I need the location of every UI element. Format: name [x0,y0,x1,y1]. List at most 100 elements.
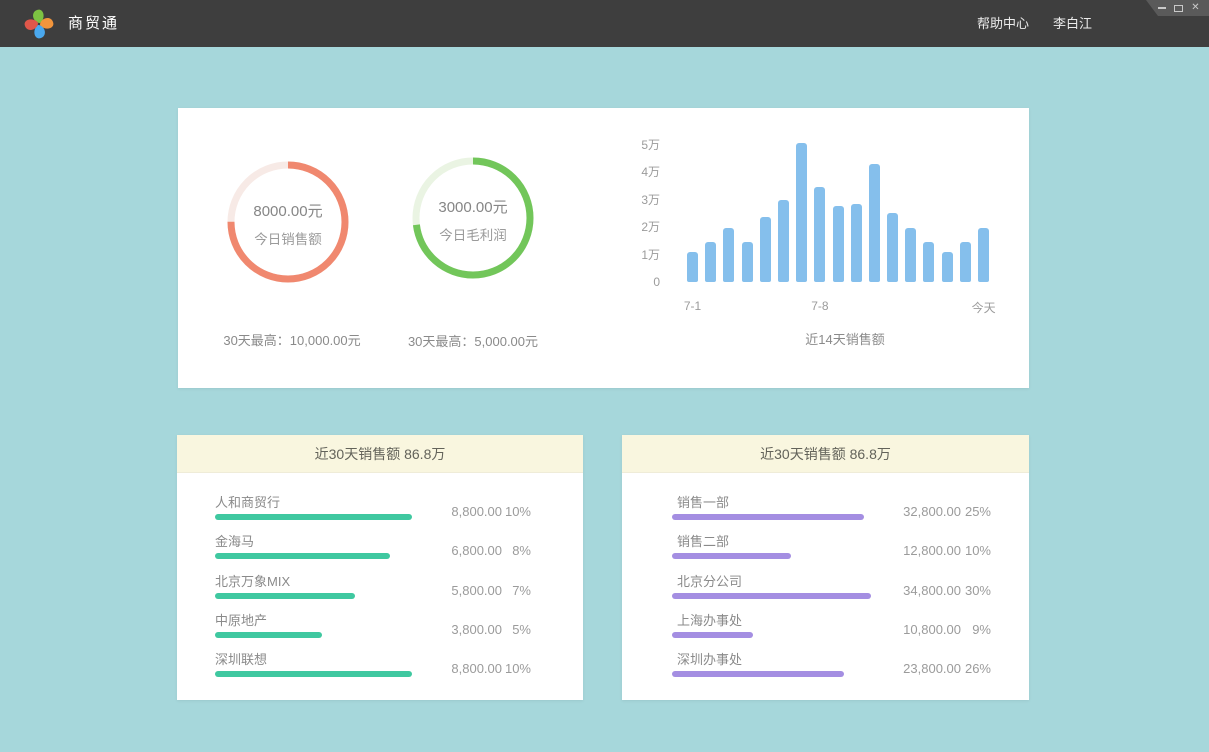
customer-percent: 10% [493,504,531,519]
chart-bar [833,206,844,282]
chart-bar [705,242,716,282]
chart-bar [723,228,734,282]
department-progress-bar [672,671,844,677]
department-percent: 26% [953,661,991,676]
customer-progress-bar [215,553,390,559]
x-label-7-8: 7-8 [811,299,828,313]
customers-card-title: 近30天销售额 86.8万 [177,435,583,473]
chart-bar [687,252,698,282]
chart-bar [814,187,825,282]
department-row: 上海办事处 10,800.00 9% [622,607,1029,646]
chart-bar [778,200,789,283]
x-label-today: 今天 [972,299,996,316]
maximize-button[interactable] [1170,0,1187,16]
sales-30d-max: 30天最高：10,000.00元 [192,330,392,349]
chart-bar [960,242,971,282]
department-row: 销售二部 12,800.00 10% [622,528,1029,567]
department-progress-bar [672,514,864,520]
customer-progress-bar [215,593,355,599]
customer-progress-bar [215,632,322,638]
today-profit-text: 3000.00元 今日毛利润 [393,198,553,245]
departments-list: 销售一部 32,800.00 25% 销售二部 12,800.00 10% 北京… [622,473,1029,685]
customer-row: 金海马 6,800.00 8% [177,528,583,567]
department-amount: 32,800.00 [861,504,961,519]
department-progress-bar [672,632,753,638]
customers-list: 人和商贸行 8,800.00 10% 金海马 6,800.00 8% 北京万象M… [177,473,583,685]
department-percent: 9% [953,622,991,637]
customer-amount: 8,800.00 [402,661,502,676]
department-percent: 10% [953,543,991,558]
customer-name: 深圳联想 [215,649,267,668]
today-sales-text: 8000.00元 今日销售额 [208,202,368,249]
chart-bar [796,143,807,282]
app-window: 商贸通 帮助中心 李白江 ✕ 8000.00元 今日销售额 30天最高：10,0… [0,0,1209,752]
department-name: 上海办事处 [677,610,742,629]
department-row: 销售一部 32,800.00 25% [622,489,1029,528]
customer-name: 金海马 [215,531,254,550]
x-label-7-1: 7-1 [684,299,701,313]
customer-name: 北京万象MIX [215,571,290,590]
customer-progress-bar [215,514,412,520]
today-profit-value: 3000.00元 [393,198,553,218]
department-amount: 23,800.00 [861,661,961,676]
department-amount: 34,800.00 [861,583,961,598]
customer-amount: 5,800.00 [402,583,502,598]
department-amount: 10,800.00 [861,622,961,637]
customer-percent: 5% [493,622,531,637]
close-button[interactable]: ✕ [1187,0,1204,16]
today-sales-label: 今日销售额 [208,231,368,249]
chart-y-axis: 5万 4万 3万 2万 1万 0 [615,139,660,288]
customer-amount: 3,800.00 [402,622,502,637]
chart-title: 近14天销售额 [745,329,945,348]
chart-bar [942,252,953,282]
customer-row: 深圳联想 8,800.00 10% [177,646,583,685]
department-name: 销售二部 [677,531,729,550]
department-percent: 30% [953,583,991,598]
customer-progress-bar [215,671,412,677]
department-percent: 25% [953,504,991,519]
department-name: 深圳办事处 [677,649,742,668]
y-tick-label: 1万 [615,249,660,261]
y-tick-label: 4万 [615,166,660,178]
customer-name: 中原地产 [215,610,267,629]
chart-bar [978,228,989,282]
user-menu[interactable]: 李白江 [1053,0,1092,47]
window-controls: ✕ [1146,0,1209,16]
help-center-link[interactable]: 帮助中心 [977,0,1029,47]
minimize-button[interactable] [1153,0,1170,16]
chart-bar [851,204,862,282]
customer-amount: 6,800.00 [402,543,502,558]
pinwheel-logo-icon [22,7,56,41]
department-name: 销售一部 [677,492,729,511]
y-tick-label: 5万 [615,139,660,151]
chart-bar [742,242,753,282]
customer-row: 人和商贸行 8,800.00 10% [177,489,583,528]
today-profit-label: 今日毛利润 [393,227,553,245]
today-sales-value: 8000.00元 [208,202,368,222]
overview-card: 8000.00元 今日销售额 30天最高：10,000.00元 3000.00元… [178,108,1029,388]
y-tick-label: 2万 [615,221,660,233]
sales-bar-chart [687,131,989,282]
department-row: 深圳办事处 23,800.00 26% [622,646,1029,685]
maximize-icon [1174,5,1183,12]
minimize-icon [1158,7,1166,9]
customer-amount: 8,800.00 [402,504,502,519]
customer-row: 中原地产 3,800.00 5% [177,607,583,646]
departments-card-title: 近30天销售额 86.8万 [622,435,1029,473]
department-row: 北京分公司 34,800.00 30% [622,568,1029,607]
y-tick-label: 0 [615,276,660,288]
customer-percent: 7% [493,583,531,598]
profit-30d-max: 30天最高：5,000.00元 [373,331,573,350]
customers-sales-card: 近30天销售额 86.8万 人和商贸行 8,800.00 10% 金海马 6,8… [177,435,583,700]
departments-sales-card: 近30天销售额 86.8万 销售一部 32,800.00 25% 销售二部 12… [622,435,1029,700]
department-name: 北京分公司 [677,571,742,590]
chart-bar [923,242,934,282]
top-bar: 商贸通 帮助中心 李白江 ✕ [0,0,1209,47]
y-tick-label: 3万 [615,194,660,206]
customer-percent: 8% [493,543,531,558]
customer-row: 北京万象MIX 5,800.00 7% [177,568,583,607]
customer-name: 人和商贸行 [215,492,280,511]
app-title: 商贸通 [68,0,119,47]
chart-bar [887,213,898,282]
department-amount: 12,800.00 [861,543,961,558]
